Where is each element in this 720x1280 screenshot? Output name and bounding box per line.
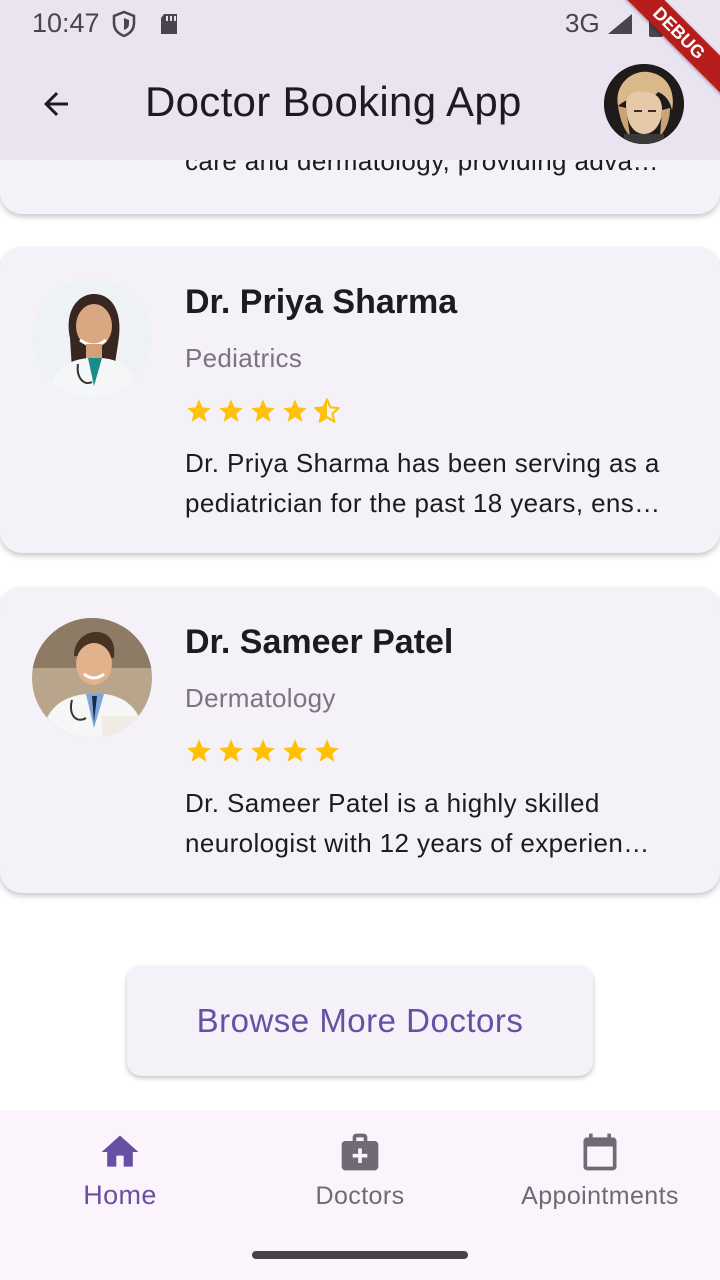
nav-label: Home (83, 1180, 157, 1210)
doctor-specialty: Pediatrics (185, 343, 303, 373)
browse-more-doctors-button[interactable]: Browse More Doctors (127, 966, 593, 1076)
doctor-list[interactable]: care and dermatology, providing adva… Dr… (0, 160, 720, 1110)
nav-item-appointments[interactable]: Appointments (480, 1130, 720, 1230)
star-icon (315, 739, 339, 762)
status-bar: 10:47 3G (0, 0, 720, 48)
network-type: 3G (565, 8, 600, 38)
doctor-photo (32, 618, 152, 738)
arrow-back-icon (44, 92, 68, 116)
doctor-description: Dr. Sameer Patel is a highly skilled neu… (185, 783, 690, 863)
star-icon (283, 399, 307, 422)
star-icon (251, 399, 275, 422)
description-line: pediatrician for the past 18 years, ens… (185, 488, 661, 518)
nav-item-doctors[interactable]: Doctors (240, 1130, 480, 1230)
doctor-photo (32, 278, 152, 398)
nav-label: Appointments (521, 1182, 679, 1210)
status-time: 10:47 (32, 8, 100, 38)
calendar-icon (583, 1133, 617, 1171)
star-icon (187, 399, 211, 422)
rating-stars (185, 737, 341, 765)
nav-item-home[interactable]: Home (0, 1130, 240, 1230)
home-indicator[interactable] (252, 1251, 468, 1259)
doctor-name: Dr. Priya Sharma (185, 283, 458, 321)
star-icon (219, 399, 243, 422)
star-icon (251, 739, 275, 762)
page-title: Doctor Booking App (145, 78, 522, 125)
nav-label: Doctors (315, 1182, 405, 1210)
app-bar: Doctor Booking App (0, 48, 720, 160)
doctor-card[interactable]: care and dermatology, providing adva… (0, 160, 720, 214)
rating-stars (185, 397, 341, 425)
doctor-card[interactable]: Dr. Priya Sharma Pediatrics Dr. Priya Sh… (0, 247, 720, 553)
home-icon (101, 1135, 139, 1167)
description-line: Dr. Sameer Patel is a highly skilled (185, 788, 600, 818)
description-line: Dr. Priya Sharma has been serving as a (185, 448, 660, 478)
doctor-name: Dr. Sameer Patel (185, 623, 454, 661)
doctor-description: Dr. Priya Sharma has been serving as a p… (185, 443, 690, 523)
star-icon (187, 739, 211, 762)
star-half-icon (314, 398, 340, 423)
back-button[interactable] (28, 76, 84, 132)
sd-card-icon (161, 14, 177, 34)
doctor-image (32, 618, 152, 738)
medical-bag-icon (341, 1133, 379, 1171)
profile-avatar[interactable] (604, 64, 684, 144)
star-icon (283, 739, 307, 762)
doctor-description: care and dermatology, providing adva… (185, 160, 659, 176)
avatar-image (604, 64, 684, 144)
doctor-card[interactable]: Dr. Sameer Patel Dermatology Dr. Sameer … (0, 587, 720, 893)
description-line: neurologist with 12 years of experien… (185, 828, 650, 858)
signal-icon (608, 14, 632, 34)
doctor-image (32, 278, 152, 398)
star-icon (219, 739, 243, 762)
shield-icon (112, 10, 136, 38)
doctor-specialty: Dermatology (185, 683, 336, 713)
